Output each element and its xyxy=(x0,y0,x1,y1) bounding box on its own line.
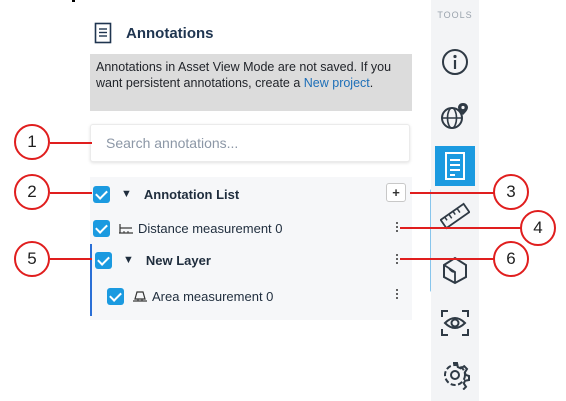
shape-button[interactable] xyxy=(435,250,475,290)
tools-label: TOOLS xyxy=(437,10,473,20)
top-edge-mark xyxy=(72,0,75,2)
panel-title: Annotations xyxy=(126,24,214,42)
add-annotation-button[interactable]: + xyxy=(386,183,406,202)
distance-checkbox[interactable] xyxy=(93,219,110,237)
annotations-button[interactable] xyxy=(435,146,475,186)
tools-toolbar: TOOLS xyxy=(431,0,479,401)
annotation-list-checkbox[interactable] xyxy=(93,185,110,203)
callout-1: 1 xyxy=(14,124,50,160)
globe-pin-icon xyxy=(441,103,468,129)
tree-item-area[interactable]: Area measurement 0 xyxy=(107,286,273,306)
gear-icon xyxy=(444,362,470,390)
new-project-link[interactable]: New project xyxy=(304,76,370,90)
visibility-button[interactable] xyxy=(435,303,475,343)
geolocation-button[interactable] xyxy=(435,96,475,136)
measure-button[interactable] xyxy=(435,196,475,236)
layer-collapse-toggle-icon[interactable]: ▼ xyxy=(123,254,134,266)
callout-3-line xyxy=(410,192,494,194)
eye-icon xyxy=(441,310,469,336)
new-layer-checkbox[interactable] xyxy=(95,251,112,269)
search-input[interactable] xyxy=(91,125,409,161)
layer-indicator xyxy=(90,244,92,316)
document-icon xyxy=(94,22,112,44)
info-icon xyxy=(442,49,468,75)
callout-1-line xyxy=(50,142,92,144)
area-measure-icon xyxy=(133,291,147,302)
annotation-list-row: ▼ Annotation List xyxy=(93,184,239,204)
callout-6: 6 xyxy=(493,241,529,277)
ruler-measure-icon xyxy=(119,224,133,234)
callout-4: 4 xyxy=(520,210,556,246)
area-label: Area measurement 0 xyxy=(152,288,274,304)
callout-4-line xyxy=(400,227,522,229)
callout-6-line xyxy=(400,258,496,260)
info-button[interactable] xyxy=(435,42,475,82)
new-layer-menu-icon[interactable] xyxy=(393,252,401,268)
callout-5: 5 xyxy=(14,241,50,277)
annotations-icon xyxy=(445,152,465,180)
collapse-toggle-icon[interactable]: ▼ xyxy=(121,188,132,200)
unsaved-notice: Annotations in Asset View Mode are not s… xyxy=(90,54,412,111)
distance-label: Distance measurement 0 xyxy=(138,220,283,236)
annotations-panel: Annotations Annotations in Asset View Mo… xyxy=(90,0,412,401)
callout-3: 3 xyxy=(493,174,529,210)
callout-2: 2 xyxy=(14,174,50,210)
area-checkbox[interactable] xyxy=(107,287,124,305)
callout-2-line xyxy=(50,192,92,194)
tree-item-distance[interactable]: Distance measurement 0 xyxy=(93,218,283,238)
notice-end: . xyxy=(369,76,374,90)
annotation-list-title: Annotation List xyxy=(143,186,240,202)
settings-button[interactable] xyxy=(435,355,475,395)
new-layer-label: New Layer xyxy=(145,252,211,268)
panel-header: Annotations xyxy=(94,20,214,46)
search-box xyxy=(90,124,410,162)
tree-item-new-layer: ▼ New Layer xyxy=(95,250,211,270)
callout-5-line xyxy=(50,258,92,260)
area-menu-icon[interactable] xyxy=(393,287,401,303)
